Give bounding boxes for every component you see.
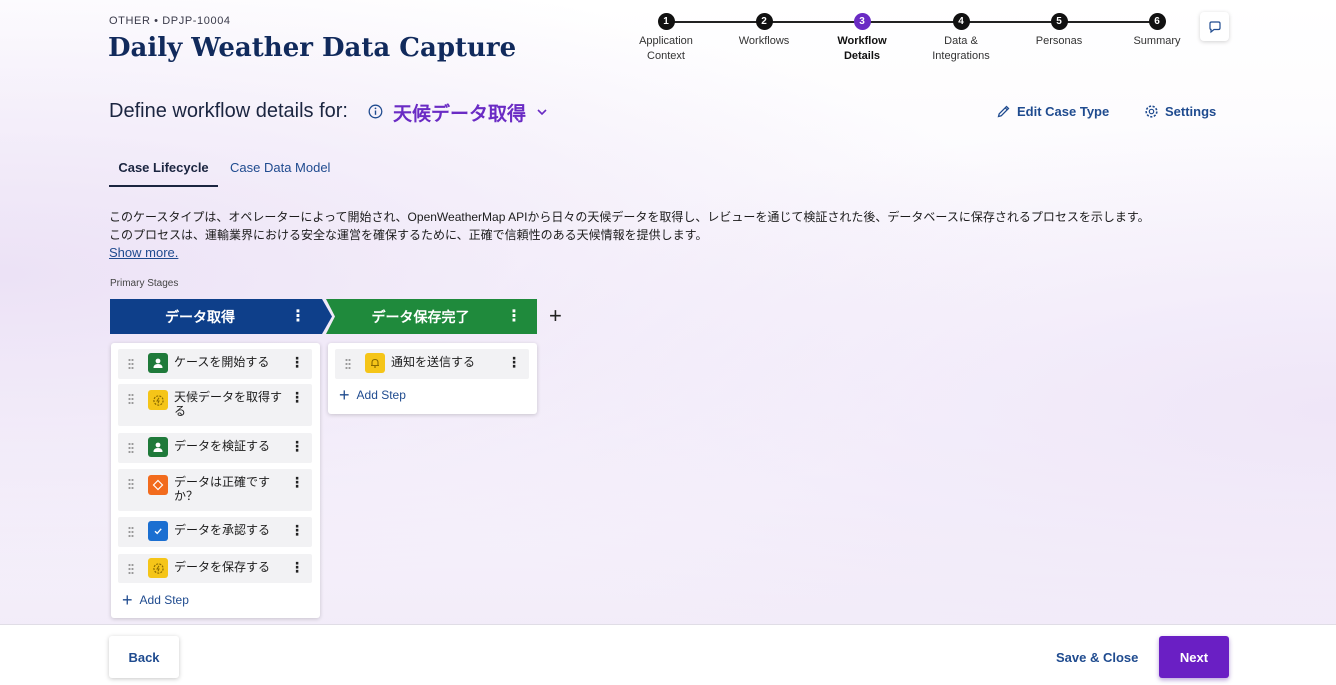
stage-steps-panel: 通知を送信する ⋮ + Add Step: [328, 343, 537, 414]
drag-handle-icon[interactable]: [128, 563, 134, 575]
kebab-menu-icon[interactable]: ⋮: [506, 308, 522, 325]
kebab-menu-icon[interactable]: ⋮: [290, 308, 306, 325]
step-label: ケースを開始する: [174, 355, 270, 369]
case-type-selector[interactable]: 天候データ取得: [393, 99, 526, 126]
step-card[interactable]: データを保存する ⋮: [118, 554, 312, 583]
step-card[interactable]: ケースを開始する ⋮: [118, 349, 312, 379]
step-number: 3: [853, 13, 871, 30]
step-label: 通知を送信する: [391, 355, 476, 369]
stage-data-saved[interactable]: データ保存完了 ⋮: [326, 299, 537, 334]
save-close-button[interactable]: Save & Close: [1056, 650, 1138, 665]
kebab-menu-icon[interactable]: ⋮: [290, 560, 304, 574]
step-card[interactable]: データを検証する ⋮: [118, 433, 312, 463]
kebab-menu-icon[interactable]: ⋮: [290, 439, 304, 453]
kebab-menu-icon[interactable]: ⋮: [290, 355, 304, 369]
add-step-label: Add Step: [139, 593, 189, 607]
edit-case-type-link[interactable]: Edit Case Type: [996, 104, 1109, 119]
tab-case-lifecycle[interactable]: Case Lifecycle: [109, 160, 218, 187]
step-number: 4: [952, 13, 970, 30]
stage-data-acquisition[interactable]: データ取得 ⋮: [110, 299, 332, 334]
step-number: 1: [657, 13, 675, 30]
case-id: OTHER • DPJP-10004: [109, 15, 231, 27]
drag-handle-icon[interactable]: [128, 442, 134, 454]
step-card[interactable]: データは正確ですか？ ⋮: [118, 469, 312, 511]
step-number: 6: [1148, 13, 1166, 30]
chevron-down-icon[interactable]: [536, 107, 548, 117]
gear-icon: [1145, 105, 1158, 118]
step-number: 2: [755, 13, 773, 30]
case-description: このケースタイプは、オペレーターによって開始され、OpenWeatherMap …: [109, 208, 1219, 244]
person-icon: [148, 353, 168, 373]
description-line-1: このケースタイプは、オペレーターによって開始され、OpenWeatherMap …: [109, 210, 1150, 224]
back-button[interactable]: Back: [109, 636, 179, 678]
kebab-menu-icon[interactable]: ⋮: [290, 475, 304, 489]
step-summary[interactable]: 6 Summary: [1107, 12, 1207, 49]
drag-handle-icon[interactable]: [128, 358, 134, 370]
stage-name: データ取得: [165, 308, 235, 325]
person-icon: [148, 437, 168, 457]
wizard-stepper: 1 Application Context 2 Workflows 3 Workf…: [620, 12, 1210, 72]
add-stage-button[interactable]: +: [549, 305, 562, 327]
add-step-label: Add Step: [356, 388, 406, 402]
kebab-menu-icon[interactable]: ⋮: [507, 355, 521, 369]
chat-button[interactable]: [1200, 12, 1229, 41]
step-personas[interactable]: 5 Personas: [1009, 12, 1109, 49]
plus-icon: +: [339, 385, 350, 405]
approval-icon: [148, 521, 168, 541]
description-line-2: このプロセスは、運輸業界における安全な運営を確保するために、正確で信頼性のある天…: [109, 228, 708, 242]
step-label: Summary: [1133, 35, 1181, 47]
step-workflow-details[interactable]: 3 Workflow Details: [812, 12, 912, 64]
bell-icon: [365, 353, 385, 373]
drag-handle-icon[interactable]: [345, 358, 351, 370]
step-label: Application Context: [639, 35, 693, 62]
page-title: Daily Weather Data Capture: [108, 33, 517, 63]
step-data-integrations[interactable]: 4 Data & Integrations: [911, 12, 1011, 64]
step-card[interactable]: 天候データを取得する ⋮: [118, 384, 312, 426]
step-label: データを承認する: [174, 523, 271, 537]
step-application-context[interactable]: 1 Application Context: [616, 12, 716, 64]
drag-handle-icon[interactable]: [128, 393, 134, 405]
automation-icon: [148, 390, 168, 410]
stage-steps-panel: ケースを開始する ⋮ 天候データを取得する ⋮ データを検証する ⋮ データは正…: [111, 343, 320, 618]
step-card[interactable]: 通知を送信する ⋮: [335, 349, 529, 379]
settings-link[interactable]: Settings: [1144, 104, 1216, 119]
step-workflows[interactable]: 2 Workflows: [714, 12, 814, 49]
drag-handle-icon[interactable]: [128, 526, 134, 538]
pencil-icon: [997, 105, 1010, 118]
step-label: データは正確ですか？: [174, 475, 271, 503]
primary-stages-label: Primary Stages: [110, 278, 179, 289]
step-label: 天候データを取得する: [174, 390, 283, 418]
settings-label: Settings: [1165, 104, 1217, 119]
drag-handle-icon[interactable]: [128, 478, 134, 490]
info-icon[interactable]: [368, 104, 383, 119]
add-step-button[interactable]: + Add Step: [122, 590, 189, 610]
automation-icon: [148, 558, 168, 578]
decision-icon: [148, 475, 168, 495]
next-button[interactable]: Next: [1159, 636, 1229, 678]
step-label: Personas: [1035, 35, 1083, 47]
add-step-button[interactable]: + Add Step: [339, 385, 406, 405]
kebab-menu-icon[interactable]: ⋮: [290, 523, 304, 537]
kebab-menu-icon[interactable]: ⋮: [290, 390, 304, 404]
edit-case-type-label: Edit Case Type: [1017, 104, 1110, 119]
step-label: Workflows: [738, 35, 790, 47]
chat-bubble-icon: [1208, 20, 1221, 33]
show-more-link[interactable]: Show more.: [109, 245, 178, 260]
step-label: データを保存する: [174, 560, 271, 574]
step-label: Workflow Details: [837, 35, 887, 62]
step-card[interactable]: データを承認する ⋮: [118, 517, 312, 547]
plus-icon: +: [122, 590, 133, 610]
define-workflow-label: Define workflow details for:: [109, 100, 348, 122]
stage-name: データ保存完了: [371, 308, 470, 325]
step-label: Data & Integrations: [932, 35, 990, 62]
step-label: データを検証する: [174, 439, 271, 453]
step-number: 5: [1050, 13, 1068, 30]
footer-bar: Back Save & Close Next: [0, 624, 1336, 685]
tab-case-data-model[interactable]: Case Data Model: [230, 160, 330, 187]
